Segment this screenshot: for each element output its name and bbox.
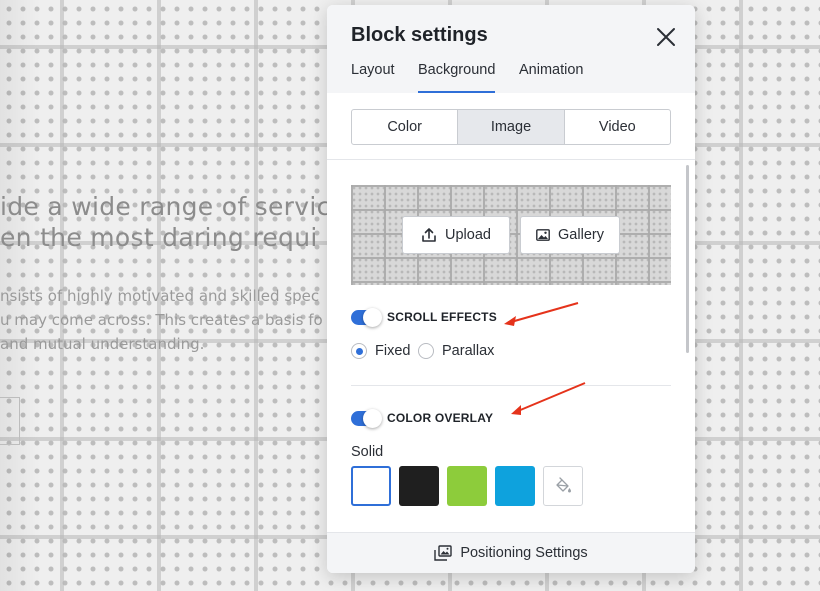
background-paragraph-line-2: u may come across. This creates a basis … [0,311,323,329]
swatch-black[interactable] [399,466,439,506]
solid-label: Solid [351,444,384,460]
swatch-white[interactable] [351,466,391,506]
color-overlay-toggle[interactable] [351,409,382,428]
color-overlay-label: COLOR OVERLAY [387,411,494,425]
positioning-settings-label: Positioning Settings [460,545,588,561]
panel-title: Block settings [351,24,488,46]
background-type-selector: Color Image Video [351,109,671,145]
background-type-color[interactable]: Color [352,110,459,144]
panel-header: Block settings Layout Background Animati… [327,5,695,93]
section-divider [351,385,671,386]
background-paragraph-line-1: nsists of highly motivated and skilled s… [0,287,320,305]
swatch-blue[interactable] [495,466,535,506]
paint-bucket-icon [556,477,571,493]
tab-animation[interactable]: Animation [519,62,583,93]
positioning-settings-button[interactable]: Positioning Settings [327,532,695,573]
block-settings-panel: Block settings Layout Background Animati… [327,5,695,573]
upload-label: Upload [445,227,491,243]
scroll-effects-toggle[interactable] [351,308,382,327]
tab-layout[interactable]: Layout [351,62,395,93]
close-button[interactable] [652,23,680,51]
scroll-parallax-radio[interactable] [418,343,434,359]
upload-button[interactable]: Upload [402,216,510,254]
background-heading-line-2: en the most daring requi [0,223,318,252]
gallery-button[interactable]: Gallery [520,216,620,254]
panel-scrollbar[interactable] [686,165,689,353]
background-paragraph-line-3: and mutual understanding. [0,335,205,353]
upload-icon [422,228,436,242]
background-heading-line-1: ide a wide range of servic [0,192,331,221]
scroll-fixed-label: Fixed [375,343,411,359]
background-edge-box [0,397,20,445]
custom-color-button[interactable] [543,466,583,506]
scroll-effects-label: SCROLL EFFECTS [387,310,497,324]
tab-background[interactable]: Background [418,62,496,93]
positioning-image-icon [434,545,453,561]
gallery-label: Gallery [558,227,604,243]
background-type-video[interactable]: Video [565,110,670,144]
scroll-fixed-radio[interactable] [351,343,367,359]
scroll-parallax-label: Parallax [442,343,495,359]
gallery-icon [536,229,550,241]
swatch-green[interactable] [447,466,487,506]
close-icon [657,28,675,46]
background-image-preview: Upload Gallery [351,185,671,285]
section-divider [327,159,695,160]
background-type-image[interactable]: Image [458,110,565,144]
